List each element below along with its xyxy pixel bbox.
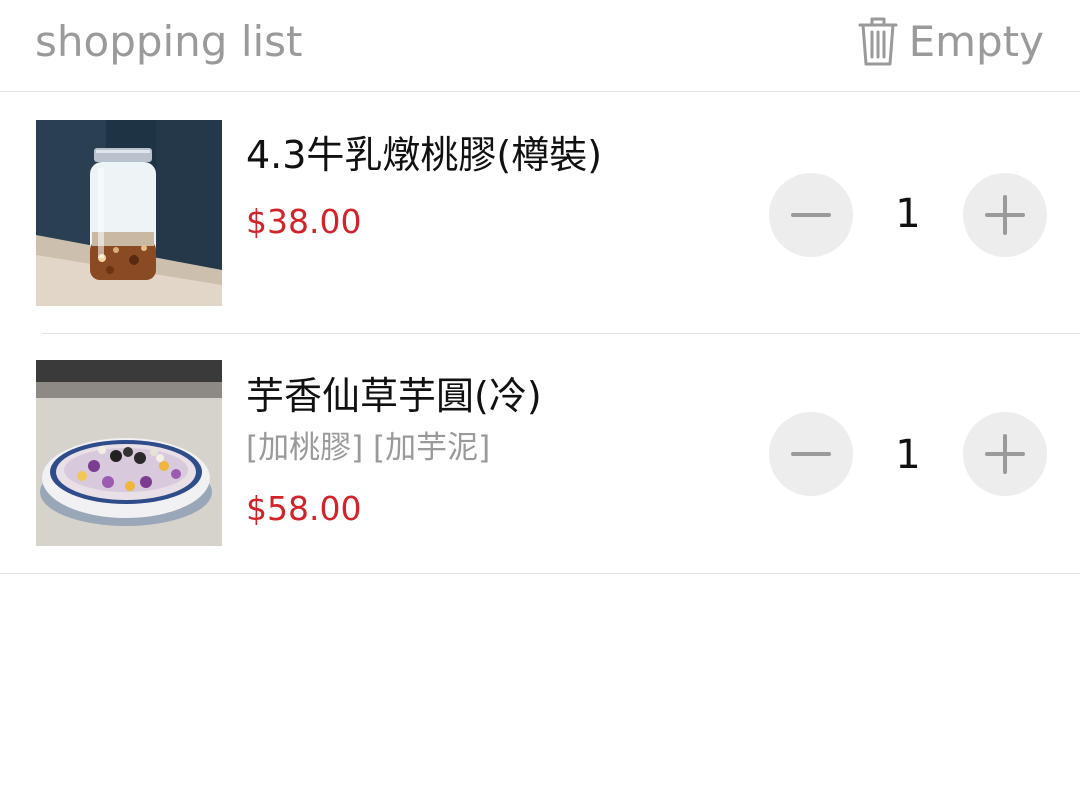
- item-name: 芋香仙草芋圓(冷): [246, 374, 542, 418]
- plus-icon: [985, 434, 1025, 474]
- minus-icon: [791, 452, 831, 456]
- taro-grass-jelly-bowl-photo: [36, 360, 222, 546]
- item-name: 4.3牛乳燉桃膠(樽裝): [246, 133, 603, 177]
- empty-label: Empty: [908, 17, 1044, 66]
- quantity-value: 1: [895, 191, 921, 237]
- product-image[interactable]: [36, 120, 222, 306]
- item-price: $58.00: [246, 489, 362, 528]
- plus-icon: [985, 195, 1025, 235]
- header-bar: shopping list Empty: [0, 0, 1080, 92]
- cart-item: 4.3牛乳燉桃膠(樽裝) $38.00 1: [0, 93, 1080, 334]
- item-options: [加桃膠] [加芋泥]: [246, 430, 491, 466]
- empty-cart-button[interactable]: Empty: [857, 16, 1044, 68]
- quantity-value: 1: [895, 432, 921, 478]
- cart-item: 芋香仙草芋圓(冷) [加桃膠] [加芋泥] $58.00 1: [0, 334, 1080, 574]
- increase-quantity-button[interactable]: [963, 173, 1047, 257]
- item-price: $38.00: [246, 202, 362, 241]
- milk-peach-gum-jar-photo: [36, 120, 222, 306]
- decrease-quantity-button[interactable]: [769, 173, 853, 257]
- minus-icon: [791, 213, 831, 217]
- increase-quantity-button[interactable]: [963, 412, 1047, 496]
- trash-icon: [858, 17, 898, 66]
- decrease-quantity-button[interactable]: [769, 412, 853, 496]
- product-image[interactable]: [36, 360, 222, 546]
- page-title: shopping list: [35, 17, 303, 66]
